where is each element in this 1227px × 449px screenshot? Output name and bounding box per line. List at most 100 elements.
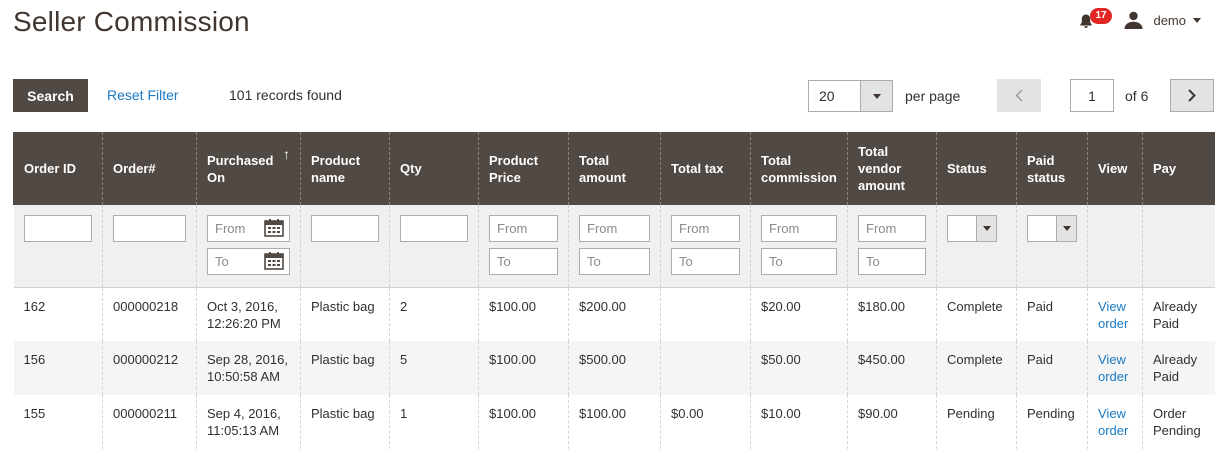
chevron-down-icon <box>976 216 996 241</box>
purchased-on-cell: Sep 28, 2016, 10:50:58 AM <box>196 341 301 395</box>
column-header-purchased-on[interactable]: ↑ Purchased On <box>196 132 301 205</box>
view-order-cell: View order <box>1087 287 1143 341</box>
commission-to-input[interactable] <box>761 248 837 275</box>
purchased-from-date-field <box>207 215 290 242</box>
table-row: 162 000000218 Oct 3, 2016, 12:26:20 PM Pl… <box>13 287 1215 341</box>
filter-row <box>13 205 1215 288</box>
column-header-pay: Pay <box>1142 132 1215 205</box>
filter-cell <box>1142 205 1215 288</box>
filter-cell <box>300 205 390 288</box>
page-title: Seller Commission <box>13 6 250 37</box>
column-header-total-vendor-amount[interactable]: Total vendor amount <box>847 132 937 205</box>
total-amount-cell: $100.00 <box>568 395 661 449</box>
table-row: 156 000000212 Sep 28, 2016, 10:50:58 AM P… <box>13 341 1215 395</box>
reset-filter-link[interactable]: Reset Filter <box>107 87 179 103</box>
order-id-cell: 162 <box>13 287 103 341</box>
column-header-total-tax[interactable]: Total tax <box>660 132 751 205</box>
qty-cell: 5 <box>389 341 479 395</box>
pay-cell: Already Paid <box>1142 341 1215 395</box>
vendor-amount-from-input[interactable] <box>858 215 926 242</box>
user-menu[interactable]: demo <box>1124 11 1201 29</box>
total-tax-to-input[interactable] <box>671 248 740 275</box>
paid-status-filter-select[interactable] <box>1027 215 1077 242</box>
filter-cell <box>936 205 1017 288</box>
price-to-input[interactable] <box>489 248 558 275</box>
order-number-cell: 000000212 <box>102 341 197 395</box>
notifications-button[interactable]: 17 <box>1078 8 1112 31</box>
price-from-input[interactable] <box>489 215 558 242</box>
previous-page-button[interactable] <box>997 79 1041 112</box>
column-header-qty[interactable]: Qty <box>389 132 479 205</box>
filter-cell <box>750 205 848 288</box>
filter-cell <box>847 205 937 288</box>
column-header-product-name[interactable]: Product name <box>300 132 390 205</box>
chevron-down-icon <box>860 81 892 111</box>
view-order-cell: View order <box>1087 341 1143 395</box>
commission-cell: $20.00 <box>750 287 848 341</box>
commission-from-input[interactable] <box>761 215 837 242</box>
product-name-cell: Plastic bag <box>300 341 390 395</box>
column-header-paid-status[interactable]: Paid status <box>1016 132 1088 205</box>
filter-cell <box>568 205 661 288</box>
total-amount-to-input[interactable] <box>579 248 650 275</box>
filter-cell <box>660 205 751 288</box>
order-id-cell: 155 <box>13 395 103 449</box>
order-number-cell: 000000211 <box>102 395 197 449</box>
view-order-cell: View order <box>1087 395 1143 449</box>
total-amount-from-input[interactable] <box>579 215 650 242</box>
commission-cell: $10.00 <box>750 395 848 449</box>
price-cell: $100.00 <box>478 341 569 395</box>
paid-status-cell: Paid <box>1016 287 1088 341</box>
total-tax-from-input[interactable] <box>671 215 740 242</box>
view-order-link[interactable]: View order <box>1098 299 1128 331</box>
column-header-order-id[interactable]: Order ID <box>13 132 103 205</box>
order-number-filter-input[interactable] <box>113 215 186 242</box>
column-header-product-price[interactable]: Product Price <box>478 132 569 205</box>
pay-cell: Order Pending <box>1142 395 1215 449</box>
pay-cell: Already Paid <box>1142 287 1215 341</box>
search-button[interactable]: Search <box>13 79 88 112</box>
purchased-on-cell: Oct 3, 2016, 12:26:20 PM <box>196 287 301 341</box>
next-page-button[interactable] <box>1170 79 1214 112</box>
view-order-link[interactable]: View order <box>1098 352 1128 384</box>
user-name: demo <box>1153 12 1186 28</box>
commission-grid: Order ID Order# ↑ Purchased On Product na… <box>13 132 1215 449</box>
column-header-view: View <box>1087 132 1143 205</box>
status-filter-select[interactable] <box>947 215 997 242</box>
user-icon <box>1124 11 1143 29</box>
product-name-filter-input[interactable] <box>311 215 379 242</box>
column-header-order-number[interactable]: Order# <box>102 132 197 205</box>
total-amount-cell: $200.00 <box>568 287 661 341</box>
table-row: 155 000000211 Sep 4, 2016, 11:05:13 AM Pl… <box>13 395 1215 449</box>
status-cell: Complete <box>936 287 1017 341</box>
records-count: 101 records found <box>229 87 342 103</box>
filter-cell <box>478 205 569 288</box>
qty-cell: 1 <box>389 395 479 449</box>
grid-toolbar: Search Reset Filter 101 records found 20… <box>13 79 1214 113</box>
product-name-cell: Plastic bag <box>300 395 390 449</box>
header-row: Order ID Order# ↑ Purchased On Product na… <box>13 132 1215 205</box>
column-header-total-amount[interactable]: Total amount <box>568 132 661 205</box>
per-page-select[interactable]: 20 <box>808 80 893 112</box>
column-header-total-commission[interactable]: Total commission <box>750 132 848 205</box>
notification-count-badge: 17 <box>1090 8 1112 24</box>
view-order-link[interactable]: View order <box>1098 406 1128 438</box>
commission-cell: $50.00 <box>750 341 848 395</box>
status-cell: Pending <box>936 395 1017 449</box>
vendor-amount-cell: $90.00 <box>847 395 937 449</box>
order-id-filter-input[interactable] <box>23 215 92 242</box>
total-tax-cell <box>660 287 751 341</box>
qty-filter-input[interactable] <box>400 215 468 242</box>
per-page-value: 20 <box>819 88 835 104</box>
vendor-amount-cell: $450.00 <box>847 341 937 395</box>
calendar-icon[interactable] <box>264 219 284 237</box>
purchased-on-cell: Sep 4, 2016, 11:05:13 AM <box>196 395 301 449</box>
vendor-amount-to-input[interactable] <box>858 248 926 275</box>
column-header-status[interactable]: Status <box>936 132 1017 205</box>
order-id-cell: 156 <box>13 341 103 395</box>
order-number-cell: 000000218 <box>102 287 197 341</box>
filter-cell <box>389 205 479 288</box>
calendar-icon[interactable] <box>264 252 284 270</box>
product-name-cell: Plastic bag <box>300 287 390 341</box>
current-page-input[interactable] <box>1070 79 1114 112</box>
